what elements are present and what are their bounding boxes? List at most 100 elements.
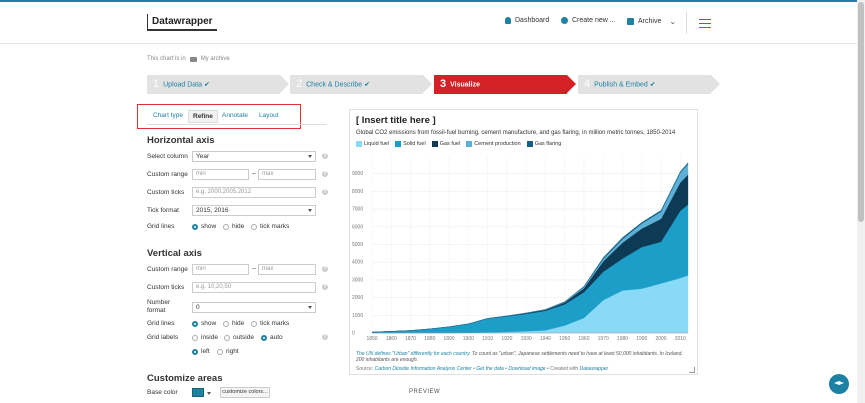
- v-grid-show-radio[interactable]: show: [192, 320, 216, 327]
- grid-align-right-radio[interactable]: right: [217, 348, 239, 355]
- preview-label: PREVIEW: [409, 389, 441, 395]
- step-upload-data[interactable]: 1 Upload Data ✔: [147, 75, 289, 94]
- radio-dot: [217, 348, 223, 355]
- radio-dot: [192, 223, 198, 230]
- checkmark-icon: ✔: [649, 81, 656, 89]
- v-grid-hide-radio[interactable]: hide: [223, 320, 244, 327]
- source-link[interactable]: Carbon Dioxide Information Analysis Cent…: [375, 366, 472, 372]
- step-label: Upload Data: [163, 81, 203, 89]
- datawrapper-link[interactable]: Datawrapper: [580, 366, 609, 372]
- help-icon[interactable]: ?: [322, 284, 328, 290]
- header-divider: [686, 12, 687, 34]
- resize-handle-icon[interactable]: [689, 367, 695, 373]
- help-icon[interactable]: ?: [322, 171, 328, 177]
- download-image-link[interactable]: Download image: [508, 366, 545, 372]
- step-label: Visualize: [450, 81, 480, 89]
- tab-layout[interactable]: Layout: [259, 112, 279, 119]
- tick-format-dropdown[interactable]: 2015, 2016: [192, 205, 316, 216]
- h-custom-ticks-input[interactable]: e.g. 2000,2005,2012: [192, 187, 316, 198]
- step-publish-embed[interactable]: 4 Publish & Embed ✔: [578, 75, 720, 94]
- legend-swatch: [356, 141, 362, 147]
- y-tick-label: 3000: [352, 277, 363, 283]
- breadcrumb-folder[interactable]: My archive: [201, 56, 230, 62]
- tick-format-label: Tick format: [147, 207, 179, 214]
- legend-swatch: [526, 141, 533, 147]
- tab-refine[interactable]: Refine: [188, 110, 218, 123]
- step-number: 1: [153, 78, 160, 90]
- x-tick-label: 1850: [366, 336, 377, 342]
- y-tick-label: 9000: [352, 171, 363, 177]
- grid-labels-outside-radio[interactable]: outside: [224, 334, 254, 341]
- step-number: 3: [440, 78, 447, 90]
- v-grid-tickmarks-radio[interactable]: tick marks: [251, 320, 289, 327]
- v-custom-range-label: Custom range: [147, 266, 188, 273]
- base-color-swatch[interactable]: [192, 388, 204, 397]
- x-tick-label: 1980: [617, 336, 628, 342]
- grid-labels-label: Grid labels: [147, 334, 179, 341]
- y-tick-label: 2000: [352, 295, 363, 301]
- plus-circle-icon: [561, 17, 568, 24]
- step-visualize[interactable]: 3 Visualize: [434, 75, 576, 94]
- radio-dot: [223, 320, 229, 327]
- nav-create-new[interactable]: Create new ...: [561, 17, 616, 24]
- legend-label: Cement production: [474, 141, 521, 147]
- legend-swatch: [395, 141, 402, 147]
- number-format-dropdown[interactable]: 0: [192, 302, 316, 313]
- nav-archive-label: Archive: [638, 18, 662, 25]
- h-range-max-input[interactable]: max: [258, 169, 316, 180]
- breadcrumb: This chart is in My archive: [147, 56, 230, 62]
- scrollbar-thumb[interactable]: [858, 2, 864, 222]
- select-column-dropdown[interactable]: Year: [192, 151, 316, 162]
- chart-title[interactable]: [ Insert title here ]: [356, 115, 436, 126]
- nav-dashboard-label: Dashboard: [515, 17, 550, 24]
- legend-item: Gas fuel: [431, 141, 460, 147]
- grid-align-left-radio[interactable]: left: [192, 348, 210, 355]
- horizontal-axis-title: Horizontal axis: [147, 135, 215, 146]
- v-custom-ticks-label: Custom ticks: [147, 284, 185, 291]
- step-number: 4: [584, 78, 591, 90]
- vertical-axis-title: Vertical axis: [147, 248, 202, 259]
- tab-chart-type[interactable]: Chart type: [153, 112, 183, 119]
- checkmark-icon: ✔: [204, 81, 210, 89]
- chevron-down-icon: ⌄: [669, 17, 677, 26]
- chevron-down-icon[interactable]: [207, 392, 211, 395]
- radio-label: tick marks: [260, 320, 290, 327]
- v-range-max-input[interactable]: max: [258, 264, 316, 275]
- y-tick-label: 4000: [352, 260, 363, 266]
- help-icon[interactable]: ?: [322, 153, 328, 159]
- h-grid-show-radio[interactable]: show: [192, 223, 216, 230]
- customize-colors-button[interactable]: customize colors...: [220, 387, 270, 398]
- radio-label: outside: [233, 334, 254, 341]
- grid-labels-auto-radio[interactable]: auto: [261, 334, 283, 341]
- h-grid-tickmarks-radio[interactable]: tick marks: [251, 223, 289, 230]
- custom-ticks-label: Custom ticks: [147, 189, 185, 196]
- nav-archive[interactable]: Archive ⌄: [627, 17, 676, 26]
- chart-legend: Liquid fuel Solid fuel Gas fuel Cement p…: [356, 141, 561, 147]
- get-data-link[interactable]: Get the data: [476, 366, 504, 372]
- h-range-min-input[interactable]: min: [192, 169, 249, 180]
- help-graduation-cap-icon[interactable]: [829, 374, 849, 394]
- checkmark-icon: ✔: [364, 81, 370, 89]
- radio-dot: [261, 334, 267, 341]
- h-grid-hide-radio[interactable]: hide: [223, 223, 244, 230]
- nav-dashboard[interactable]: Dashboard: [505, 17, 549, 24]
- radio-label: auto: [270, 334, 283, 341]
- v-grid-lines-label: Grid lines: [147, 320, 175, 327]
- page-scrollbar[interactable]: [857, 0, 865, 403]
- radio-label: show: [201, 320, 217, 327]
- legend-item: Solid fuel: [395, 141, 426, 147]
- datawrapper-logo[interactable]: Datawrapper: [147, 14, 217, 31]
- help-icon[interactable]: ?: [322, 189, 328, 195]
- radio-label: tick marks: [260, 223, 290, 230]
- legend-item: Liquid fuel: [356, 141, 389, 147]
- radio-label: inside: [201, 334, 218, 341]
- tab-annotate[interactable]: Annotate: [222, 112, 248, 119]
- v-custom-ticks-input[interactable]: e.g. 10,20,50: [192, 282, 316, 293]
- step-check-describe[interactable]: 2 Check & Describe ✔: [290, 75, 432, 94]
- help-icon[interactable]: ?: [322, 266, 328, 272]
- x-tick-label: 1900: [463, 336, 474, 342]
- hamburger-menu-icon[interactable]: [699, 19, 711, 28]
- grid-labels-inside-radio[interactable]: inside: [192, 334, 218, 341]
- help-icon[interactable]: ?: [322, 334, 328, 340]
- v-range-min-input[interactable]: min: [192, 264, 249, 275]
